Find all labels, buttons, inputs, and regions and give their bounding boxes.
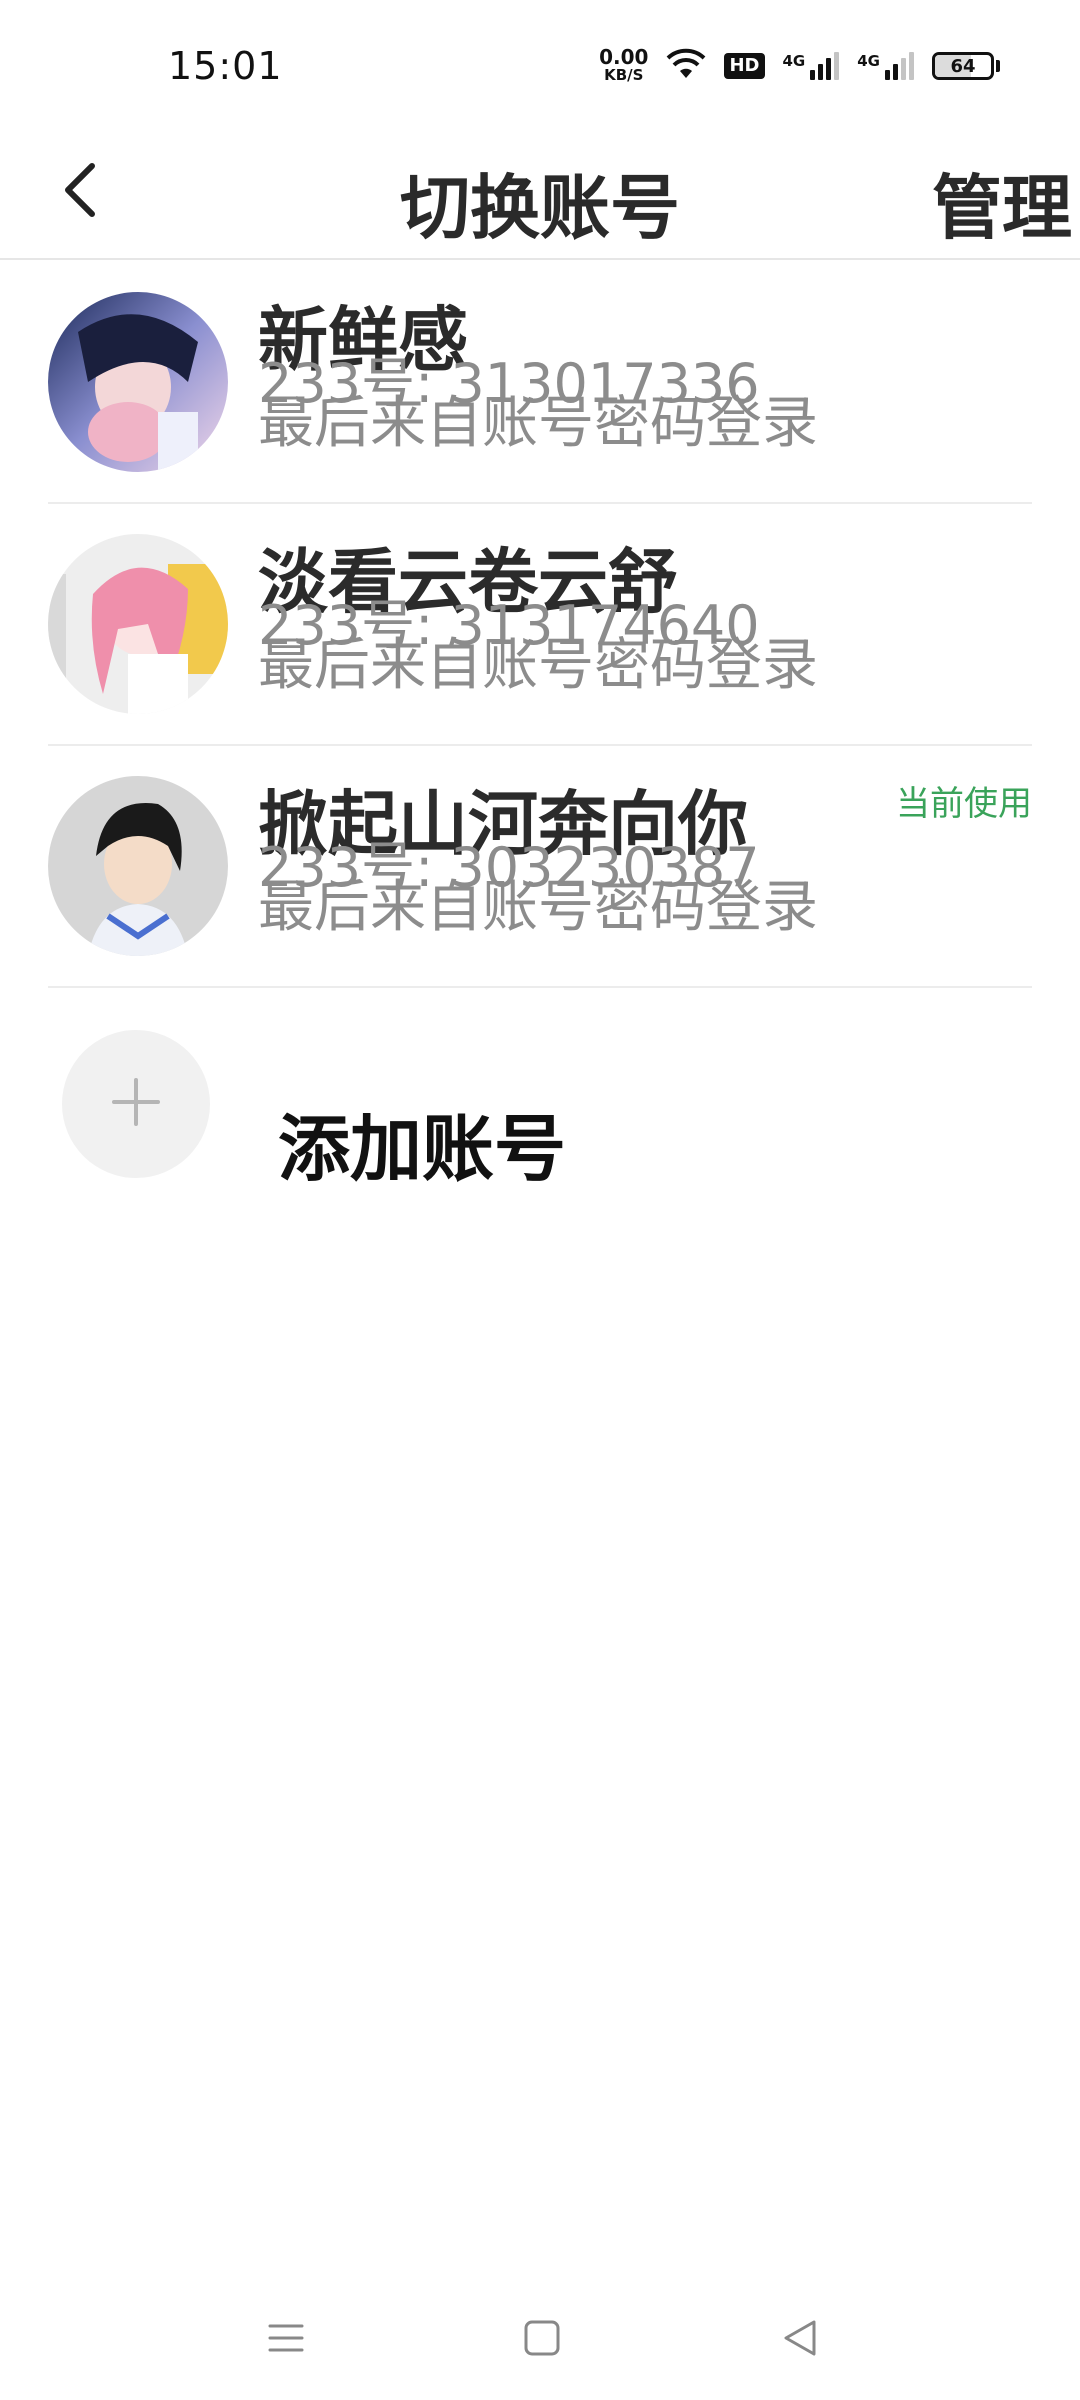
account-list: 新鲜感 233号: 313017336 最后来自账号密码登录 淡看云卷云舒 23… bbox=[0, 262, 1080, 988]
page-title: 切换账号 bbox=[400, 167, 680, 249]
back-nav-button[interactable] bbox=[770, 2310, 830, 2370]
wifi-icon bbox=[666, 48, 706, 84]
account-item[interactable]: 掀起山河奔向你 233号: 303230387 最后来自账号密码登录 当前使用 bbox=[48, 746, 1032, 988]
account-login-method: 最后来自账号密码登录 bbox=[258, 633, 818, 698]
back-triangle-icon bbox=[780, 2318, 820, 2362]
avatar bbox=[48, 534, 228, 714]
status-time: 15:01 bbox=[168, 44, 283, 88]
home-button[interactable] bbox=[512, 2310, 572, 2370]
account-item[interactable]: 淡看云卷云舒 233号: 313174640 最后来自账号密码登录 bbox=[48, 504, 1032, 746]
add-account-circle bbox=[62, 1030, 210, 1178]
add-account-label: 添加账号 bbox=[278, 1107, 567, 1191]
signal1-label: 4G bbox=[782, 52, 806, 70]
battery-icon: 64 bbox=[932, 52, 1000, 80]
hd-voice-icon: HD bbox=[724, 53, 765, 79]
network-speed: 0.00 KB/S bbox=[599, 45, 649, 84]
plus-icon bbox=[110, 1076, 162, 1132]
manage-button[interactable]: 管理 bbox=[932, 152, 1072, 253]
status-bar: 15:01 0.00 KB/S HD 4G 4G 64 bbox=[0, 0, 1080, 130]
title-bar: 切换账号 管理 bbox=[0, 130, 1080, 260]
account-login-method: 最后来自账号密码登录 bbox=[258, 391, 818, 456]
signal-icon-sim2: 4G bbox=[857, 52, 914, 80]
add-account-button[interactable]: 添加账号 bbox=[48, 1010, 1032, 1191]
system-nav-bar bbox=[0, 2280, 1080, 2400]
network-speed-unit: KB/S bbox=[604, 66, 644, 84]
home-square-icon bbox=[522, 2318, 562, 2362]
account-login-method: 最后来自账号密码登录 bbox=[258, 875, 818, 940]
account-item[interactable]: 新鲜感 233号: 313017336 最后来自账号密码登录 bbox=[48, 262, 1032, 504]
current-account-badge: 当前使用 bbox=[896, 784, 1032, 824]
battery-percent: 64 bbox=[950, 55, 976, 77]
network-speed-value: 0.00 bbox=[599, 45, 649, 69]
status-icons: 0.00 KB/S HD 4G 4G 64 bbox=[599, 44, 1000, 88]
back-button[interactable] bbox=[40, 152, 120, 232]
avatar bbox=[48, 292, 228, 472]
signal-icon-sim1: 4G bbox=[783, 52, 840, 80]
chevron-left-icon bbox=[58, 160, 102, 224]
menu-icon bbox=[266, 2318, 306, 2362]
avatar bbox=[48, 776, 228, 956]
signal2-label: 4G bbox=[857, 52, 880, 70]
menu-button[interactable] bbox=[256, 2310, 316, 2370]
